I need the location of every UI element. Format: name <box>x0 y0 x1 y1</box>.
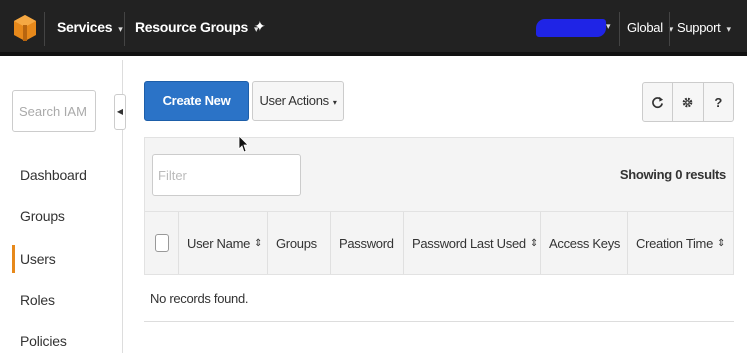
empty-message: No records found. <box>150 291 249 306</box>
mouse-pointer-icon <box>238 135 248 153</box>
refresh-button[interactable] <box>643 83 674 121</box>
create-new-users-button[interactable]: Create New Users <box>144 81 249 146</box>
sidebar-item-policies[interactable]: Policies <box>20 333 67 349</box>
search-iam-box[interactable] <box>12 90 96 132</box>
support-menu[interactable]: Support ▾ <box>677 20 731 35</box>
services-menu[interactable]: Services ▾ <box>57 19 123 35</box>
user-actions-button[interactable]: User Actions ▾ <box>252 81 344 121</box>
aws-logo-icon[interactable] <box>14 15 36 41</box>
results-count: Showing 0 results <box>619 167 726 182</box>
filter-input[interactable] <box>153 155 300 195</box>
column-header-password-last-used[interactable]: Password Last Used ⇕ <box>404 212 541 274</box>
sidebar-item-dashboard[interactable]: Dashboard <box>20 167 87 183</box>
refresh-icon <box>652 96 664 108</box>
column-header-access-keys: Access Keys <box>541 212 628 274</box>
empty-table-row: No records found. <box>144 275 734 322</box>
column-label: Groups <box>276 235 317 251</box>
region-menu[interactable]: Global ▾ <box>627 20 673 35</box>
support-label: Support <box>677 20 721 35</box>
select-all-cell <box>145 212 179 274</box>
column-header-password: Password <box>331 212 404 274</box>
resource-groups-menu[interactable]: Resource Groups ▾ <box>135 19 259 35</box>
help-button[interactable]: ? <box>704 83 733 121</box>
column-label: Creation Time <box>636 235 714 251</box>
users-table-header: User Name ⇕ Groups Password Password Last… <box>144 211 734 275</box>
pin-icon[interactable]: ✦ <box>254 18 266 35</box>
nav-divider <box>669 12 670 46</box>
sort-icon: ⇕ <box>254 237 263 249</box>
top-navigation-bar: Services ▾ Resource Groups ▾ ✦ ▾ Global ▾ S… <box>0 0 747 56</box>
nav-divider <box>619 12 620 46</box>
column-label: Password <box>339 235 394 251</box>
search-iam-input[interactable] <box>13 91 95 131</box>
settings-button[interactable] <box>673 83 704 121</box>
active-indicator <box>12 245 15 273</box>
sort-icon: ⇕ <box>717 237 726 249</box>
sidebar-collapse-icon[interactable]: ◀ <box>114 94 126 130</box>
user-actions-label: User Actions <box>259 93 329 108</box>
help-icon: ? <box>714 94 723 110</box>
gear-icon <box>683 97 693 107</box>
resource-groups-label: Resource Groups <box>135 19 248 35</box>
column-header-user-name[interactable]: User Name ⇕ <box>179 212 268 274</box>
chevron-down-icon: ▾ <box>726 24 731 34</box>
account-menu-redacted[interactable] <box>536 19 606 37</box>
region-label: Global <box>627 20 663 35</box>
sidebar-item-groups[interactable]: Groups <box>20 208 65 224</box>
chevron-down-icon: ▾ <box>332 98 337 107</box>
sidebar-item-users[interactable]: Users <box>20 251 56 267</box>
sidebar: ◀ Dashboard Groups Users Roles Policies <box>0 60 126 353</box>
select-all-checkbox[interactable] <box>155 234 169 252</box>
table-tools-group: ? <box>642 82 734 122</box>
nav-divider <box>124 12 125 46</box>
nav-divider <box>44 12 45 46</box>
sort-icon: ⇕ <box>529 237 538 249</box>
column-label: Access Keys <box>549 235 621 251</box>
column-header-groups: Groups <box>268 212 331 274</box>
filter-box[interactable] <box>152 154 301 196</box>
chevron-down-icon: ▾ <box>118 24 123 34</box>
column-header-creation-time[interactable]: Creation Time ⇕ <box>628 212 733 274</box>
chevron-down-icon: ▾ <box>606 21 611 31</box>
column-label: Password Last Used <box>412 235 526 251</box>
column-label: User Name <box>187 235 251 251</box>
services-label: Services <box>57 19 113 35</box>
sidebar-item-roles[interactable]: Roles <box>20 292 55 308</box>
